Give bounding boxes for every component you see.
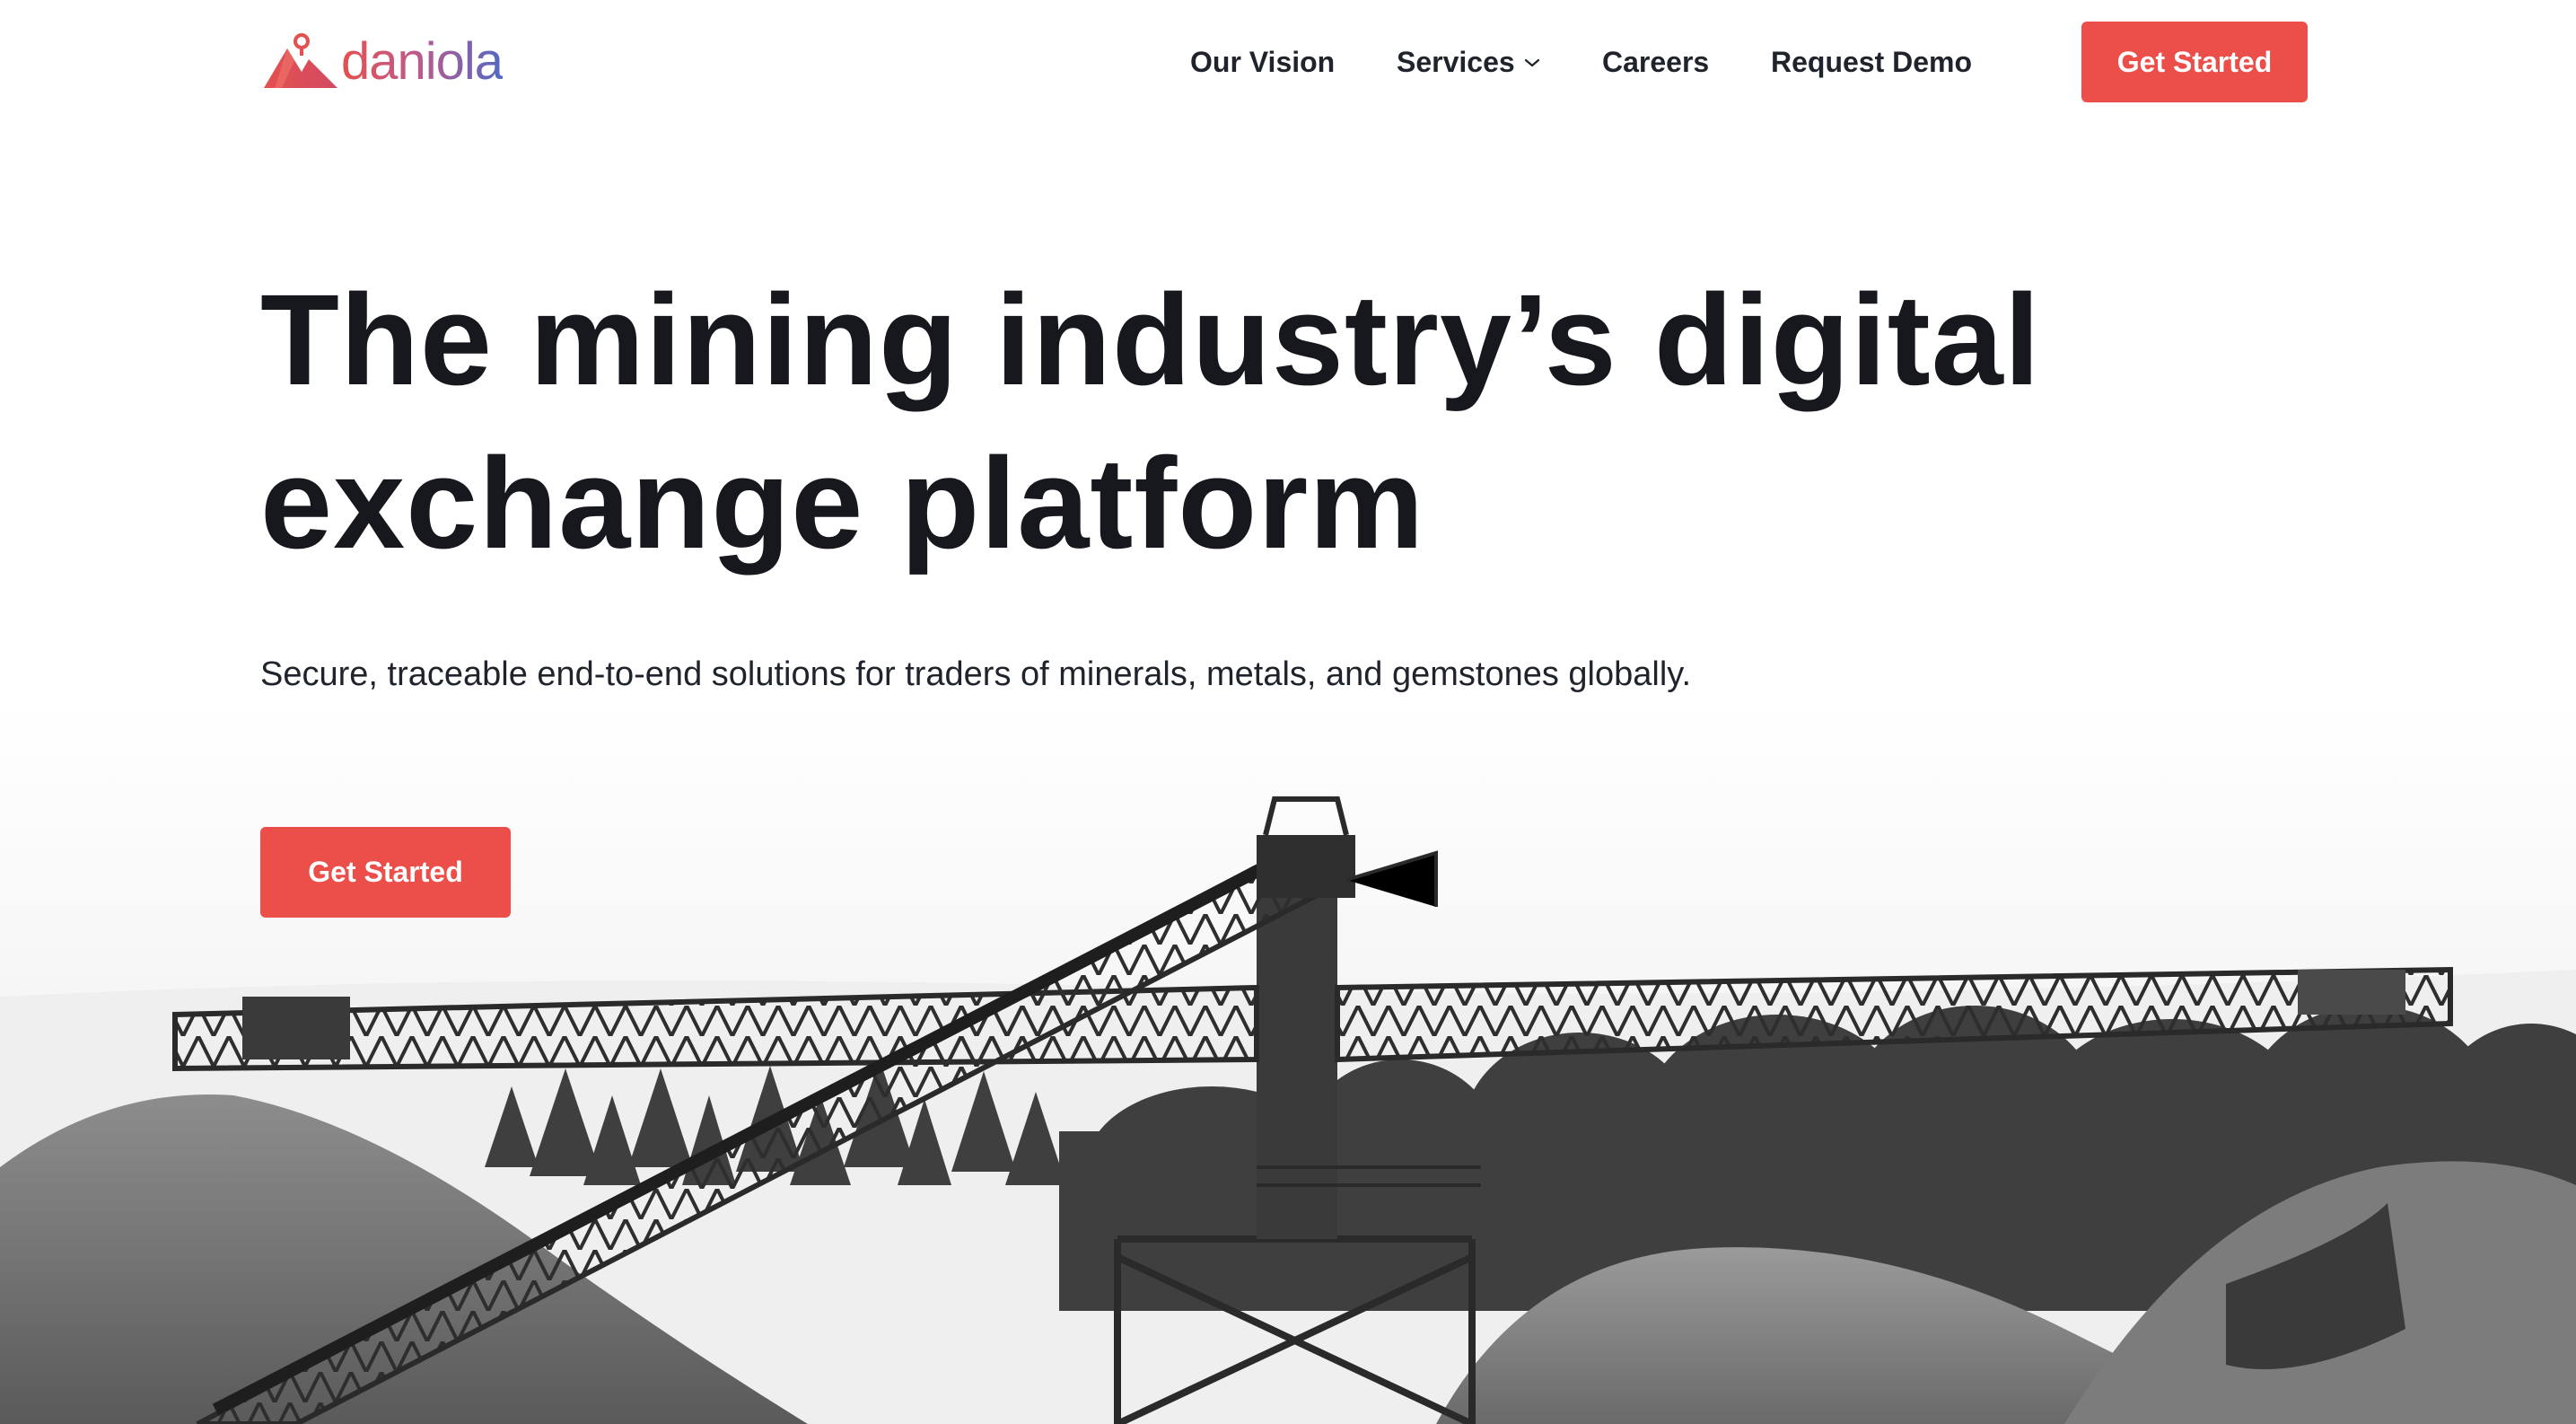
- header-get-started-button[interactable]: Get Started: [2081, 22, 2308, 102]
- hero-background-image: [0, 700, 2576, 1424]
- hero-get-started-button[interactable]: Get Started: [260, 827, 511, 918]
- nav-link-label: Careers: [1602, 45, 1710, 78]
- nav-link-request-demo[interactable]: Request Demo: [1771, 46, 1972, 79]
- chevron-down-icon: [1524, 58, 1539, 67]
- site-header: daniola Our Vision Services Careers Requ…: [0, 0, 2576, 124]
- nav-link-label: Request Demo: [1771, 45, 1973, 78]
- nav-link-careers[interactable]: Careers: [1602, 46, 1709, 79]
- hero-title: The mining industry’s digital exchange p…: [260, 268, 2041, 576]
- button-label: Get Started: [2116, 45, 2273, 78]
- nav-link-label: Our Vision: [1190, 45, 1336, 78]
- nav-link-services[interactable]: Services: [1397, 46, 1540, 79]
- hero-subtitle: Secure, traceable end-to-end solutions f…: [260, 655, 1692, 693]
- button-label: Get Started: [308, 856, 463, 888]
- nav-link-label: Services: [1397, 45, 1515, 78]
- conveyor-stacker-illustration: [0, 700, 2576, 1424]
- nav-link-our-vision[interactable]: Our Vision: [1190, 46, 1335, 79]
